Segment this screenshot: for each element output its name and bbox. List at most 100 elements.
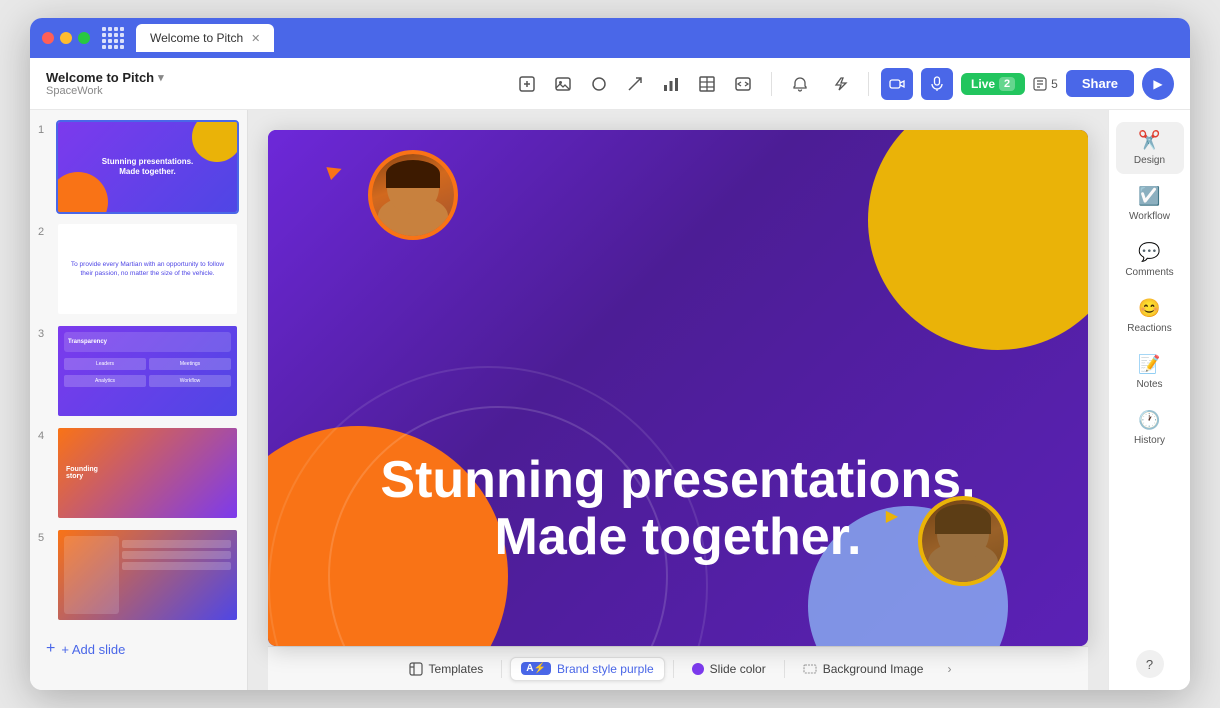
embed-tool-button[interactable] <box>727 68 759 100</box>
add-slide-button[interactable]: + + Add slide <box>38 634 239 664</box>
line-tool-button[interactable] <box>619 68 651 100</box>
live-count-badge: 2 <box>999 77 1015 91</box>
avatar-face-1 <box>372 154 454 236</box>
slide-color-label: Slide color <box>710 662 766 676</box>
comments-icon: 💬 <box>1138 242 1160 263</box>
toolbar: Welcome to Pitch ▾ SpaceWork <box>30 58 1190 110</box>
shape-tool-button[interactable] <box>583 68 615 100</box>
slide-panel: 1 Stunning presentations.Made together. … <box>30 110 248 690</box>
window-controls <box>42 32 90 44</box>
workflow-label: Workflow <box>1129 211 1170 222</box>
notes-panel-item[interactable]: 📝 Notes <box>1116 346 1184 398</box>
tab-label: Welcome to Pitch <box>150 31 243 45</box>
templates-button[interactable]: Templates <box>399 658 494 680</box>
camera-button[interactable] <box>881 68 913 100</box>
play-button[interactable]: ▶ <box>1142 68 1174 100</box>
bottom-divider-3 <box>784 660 785 678</box>
comments-label: Comments <box>1125 267 1173 278</box>
bottom-bar-chevron-icon[interactable]: › <box>941 658 957 680</box>
workflow-panel-item[interactable]: ☑️ Workflow <box>1116 178 1184 230</box>
right-panel: ✂️ Design ☑️ Workflow 💬 Comments 😊 React… <box>1108 110 1190 690</box>
workflow-icon: ☑️ <box>1138 186 1160 207</box>
slide-3-preview: Transparency Leaders Meetings Analytics … <box>58 326 237 416</box>
brand-style-button[interactable]: A⚡ Brand style purple <box>510 657 664 681</box>
active-tab[interactable]: Welcome to Pitch ✕ <box>136 24 274 52</box>
close-button[interactable] <box>42 32 54 44</box>
slide-number-4: 4 <box>38 430 50 442</box>
toolbar-divider-1 <box>771 72 772 96</box>
slide-4-preview: Foundingstory <box>58 428 237 518</box>
share-button[interactable]: Share <box>1066 70 1134 97</box>
app-window: Welcome to Pitch ✕ Welcome to Pitch ▾ Sp… <box>30 18 1190 690</box>
add-slide-label: + Add slide <box>61 642 125 657</box>
table-tool-button[interactable] <box>691 68 723 100</box>
design-panel-item[interactable]: ✂️ Design <box>1116 122 1184 174</box>
arrow-pointer-2: ▶ <box>886 506 898 526</box>
slide-thumbnail-2[interactable]: To provide every Martian with an opportu… <box>56 222 239 316</box>
grid-icon <box>102 27 124 49</box>
history-icon: 🕐 <box>1138 410 1160 431</box>
help-button[interactable]: ? <box>1136 650 1164 678</box>
maximize-button[interactable] <box>78 32 90 44</box>
slide-color-button[interactable]: Slide color <box>682 658 776 680</box>
slide-item-5[interactable]: 5 <box>38 528 239 622</box>
mic-button[interactable] <box>921 68 953 100</box>
slide-item-1[interactable]: 1 Stunning presentations.Made together. <box>38 120 239 214</box>
doc-title-area: Welcome to Pitch ▾ SpaceWork <box>46 70 164 97</box>
design-icon: ✂️ <box>1138 130 1160 151</box>
chart-tool-button[interactable] <box>655 68 687 100</box>
slide-item-3[interactable]: 3 Transparency Leaders Meetings <box>38 324 239 418</box>
arrow-pointer-1: ▶ <box>325 158 345 182</box>
background-image-button[interactable]: Background Image <box>793 658 934 680</box>
slide-color-dot <box>692 663 704 675</box>
brand-style-label: Brand style purple <box>557 662 654 676</box>
dropdown-chevron-icon[interactable]: ▾ <box>158 71 164 84</box>
slide-thumbnail-3[interactable]: Transparency Leaders Meetings Analytics … <box>56 324 239 418</box>
avatar-face-2 <box>922 500 1004 582</box>
document-title[interactable]: Welcome to Pitch ▾ <box>46 70 164 85</box>
avatar-circle-2 <box>918 496 1008 586</box>
slide-item-4[interactable]: 4 Foundingstory <box>38 426 239 520</box>
bottom-bar: Templates A⚡ Brand style purple Slide co… <box>268 646 1088 690</box>
slide-5-preview <box>58 530 237 620</box>
slide-thumbnail-5[interactable] <box>56 528 239 622</box>
slide-2-preview: To provide every Martian with an opportu… <box>58 224 237 314</box>
add-slide-icon: + <box>46 640 55 658</box>
title-bar: Welcome to Pitch ✕ <box>30 18 1190 58</box>
notes-label: Notes <box>1136 379 1162 390</box>
slide-thumbnail-4[interactable]: Foundingstory <box>56 426 239 520</box>
tab-close-icon[interactable]: ✕ <box>251 32 260 45</box>
minimize-button[interactable] <box>60 32 72 44</box>
reactions-panel-item[interactable]: 😊 Reactions <box>1116 290 1184 342</box>
history-label: History <box>1134 435 1165 446</box>
live-label: Live <box>971 77 995 91</box>
background-image-label: Background Image <box>823 662 924 676</box>
lightning-button[interactable] <box>824 68 856 100</box>
toolbar-divider-2 <box>868 72 869 96</box>
templates-label: Templates <box>429 662 484 676</box>
main-slide-canvas[interactable]: ▶ ▶ Stunning presentations. Made togethe… <box>268 130 1088 646</box>
text-tool-button[interactable] <box>511 68 543 100</box>
slide-thumbnail-1[interactable]: Stunning presentations.Made together. <box>56 120 239 214</box>
slide-number-5: 5 <box>38 532 50 544</box>
bottom-divider-1 <box>501 660 502 678</box>
brand-badge: A⚡ <box>521 662 551 675</box>
headline-line1: Stunning presentations. <box>309 452 1047 509</box>
image-tool-button[interactable] <box>547 68 579 100</box>
history-panel-item[interactable]: 🕐 History <box>1116 402 1184 454</box>
main-area: 1 Stunning presentations.Made together. … <box>30 110 1190 690</box>
slide-item-2[interactable]: 2 To provide every Martian with an oppor… <box>38 222 239 316</box>
avatar-circle-1 <box>368 150 458 240</box>
notification-button[interactable] <box>784 68 816 100</box>
reactions-icon: 😊 <box>1138 298 1160 319</box>
slide-1-preview: Stunning presentations.Made together. <box>58 122 237 212</box>
slide-number-3: 3 <box>38 328 50 340</box>
notes-icon: 📝 <box>1138 354 1160 375</box>
live-button[interactable]: Live 2 <box>961 73 1025 95</box>
slide-number-2: 2 <box>38 226 50 238</box>
reactions-label: Reactions <box>1127 323 1171 334</box>
deco-yellow-circle <box>868 130 1088 350</box>
canvas-area: ▶ ▶ Stunning presentations. Made togethe… <box>248 110 1108 690</box>
comments-panel-item[interactable]: 💬 Comments <box>1116 234 1184 286</box>
toolbar-icons <box>511 68 759 100</box>
